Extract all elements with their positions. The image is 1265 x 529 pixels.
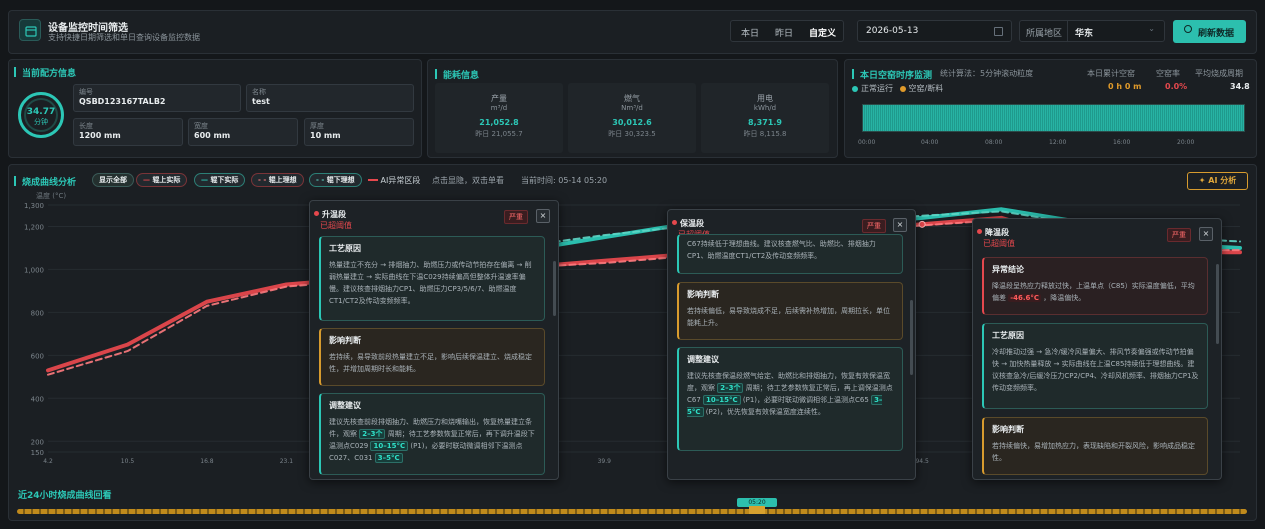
card-conclusion: 异常结论 降温段呈热应力释放过快，上温单点（C85）实际温度偏低，平均偏差 -4…	[982, 257, 1208, 315]
card-cause: 工艺原因 热量建立不充分 → 排烟抽力、助燃压力或传动节拍存在偏离 → 削弱热量…	[319, 236, 545, 321]
card-text: 若持续偏快，易增加热应力，表现缺陷和开裂风险，影响成品稳定性。	[992, 442, 1195, 462]
y-tick-label: 200	[31, 438, 44, 446]
scrollbar[interactable]	[910, 300, 913, 375]
card-title: 影响判断	[687, 290, 719, 299]
y-tick-label: 400	[31, 395, 44, 403]
popup-holding-title: 保温段	[672, 219, 704, 228]
popup-cooling-sub: 已超阈值	[983, 239, 1015, 248]
highlight-value: 3–5°C	[374, 453, 403, 463]
card-text: 若持续偏低，易导致烧成不足，后续需补热增加，周期拉长，单位能耗上升。	[687, 307, 890, 327]
card-advice: 调整建议 建议先核查保温段燃气给定、助燃比和排烟抽力，恢复有效保温宽度，观察 2…	[677, 347, 903, 451]
severity-badge: 严重	[1167, 228, 1191, 242]
y-tick-label: 1,000	[24, 266, 44, 274]
card-title: 工艺原因	[992, 331, 1024, 340]
severity-badge: 严重	[862, 219, 886, 233]
card-title: 调整建议	[329, 401, 361, 410]
card-text: 热量建立不充分 → 排烟抽力、助燃压力或传动节拍存在偏离 → 削弱热量建立 → …	[329, 261, 532, 305]
y-tick-label: 1,300	[24, 202, 44, 210]
anomaly-point	[918, 220, 926, 228]
card-title: 影响判断	[992, 425, 1024, 434]
close-icon[interactable]: ×	[1199, 227, 1213, 241]
y-tick-label: 800	[31, 309, 44, 317]
close-icon[interactable]: ×	[893, 218, 907, 232]
card-advice: 调整建议 建议先核查前段排烟抽力、助燃压力和烧嘴输出，恢复热量建立条件，观察 2…	[319, 393, 545, 475]
history-title: 近24小时烧成曲线回看	[18, 491, 112, 501]
card-text: 若持续，易导致前段热量建立不足，影响后续保温建立、烧成稳定性，并增加周期时长和能…	[329, 353, 532, 373]
popup-holding: 保温段 已超阈值 严重 × C67持续低于理想曲线。建议核查燃气比、助燃比、排烟…	[667, 209, 916, 480]
card-cause: C67持续低于理想曲线。建议核查燃气比、助燃比、排烟抽力CP1、助燃温度CT1/…	[677, 234, 903, 274]
card-title: 影响判断	[329, 336, 361, 345]
highlight-value: 2–3个	[717, 383, 744, 393]
x-tick-label: 16.8	[200, 458, 214, 465]
x-tick-label: 10.5	[121, 458, 135, 465]
card-title: 异常结论	[992, 265, 1024, 274]
popup-cooling-title: 降温段	[977, 228, 1009, 237]
card-title: 调整建议	[687, 355, 719, 364]
popup-heating-sub: 已超阈值	[320, 221, 352, 230]
popup-heating-title: 升温段	[314, 210, 346, 219]
history-marker-label: 05:20	[748, 499, 766, 506]
deviation-value: -46.6°C	[1008, 294, 1042, 302]
card-text: ，降温偏快。	[1043, 294, 1086, 302]
x-tick-label: 23.1	[280, 458, 294, 465]
card-impact: 影响判断 若持续偏低，易导致烧成不足，后续需补热增加，周期拉长，单位能耗上升。	[677, 282, 903, 340]
card-cause: 工艺原因 冷却推动过强 → 急冷/缓冷风量偏大、排风节奏偏强或传动节拍偏快 → …	[982, 323, 1208, 409]
card-text: (P1)，必要时联动微调相邻上温测点C65	[742, 396, 869, 404]
highlight-value: 10–15°C	[370, 441, 409, 451]
history-marker-window	[749, 506, 765, 514]
y-tick-label: 150	[31, 449, 44, 457]
card-text: 冷却推动过强 → 急冷/缓冷风量偏大、排风节奏偏强或传动节拍偏快 → 加快热量释…	[992, 348, 1199, 392]
card-impact: 影响判断 若持续偏快，易增加热应力，表现缺陷和开裂风险，影响成品稳定性。	[982, 417, 1208, 475]
popup-heating: 升温段 已超阈值 严重 × 工艺原因 热量建立不充分 → 排烟抽力、助燃压力或传…	[309, 200, 559, 480]
highlight-value: 10–15°C	[703, 395, 741, 405]
close-icon[interactable]: ×	[536, 209, 550, 223]
x-tick-label: 39.9	[598, 458, 612, 465]
card-title: 工艺原因	[329, 244, 361, 253]
severity-badge: 严重	[504, 210, 528, 224]
y-tick-label: 1,200	[24, 223, 44, 231]
scrollbar[interactable]	[1216, 264, 1219, 344]
card-text: C67持续低于理想曲线。建议核查燃气比、助燃比、排烟抽力CP1、助燃温度CT1/…	[687, 240, 876, 260]
x-tick-label: 4.2	[43, 458, 53, 465]
history-scrubber[interactable]	[17, 509, 1247, 514]
card-impact: 影响判断 若持续，易导致前段热量建立不足，影响后续保温建立、烧成稳定性，并增加周…	[319, 328, 545, 386]
scrollbar[interactable]	[553, 261, 556, 316]
y-tick-label: 600	[31, 352, 44, 360]
popup-cooling: 降温段 已超阈值 严重 × 异常结论 降温段呈热应力释放过快，上温单点（C85）…	[972, 218, 1222, 480]
card-text: (P2)，优先恢复有效保温宽度连续性。	[705, 408, 825, 416]
highlight-value: 2–3个	[359, 429, 386, 439]
x-tick-label: 94.5	[915, 458, 929, 465]
